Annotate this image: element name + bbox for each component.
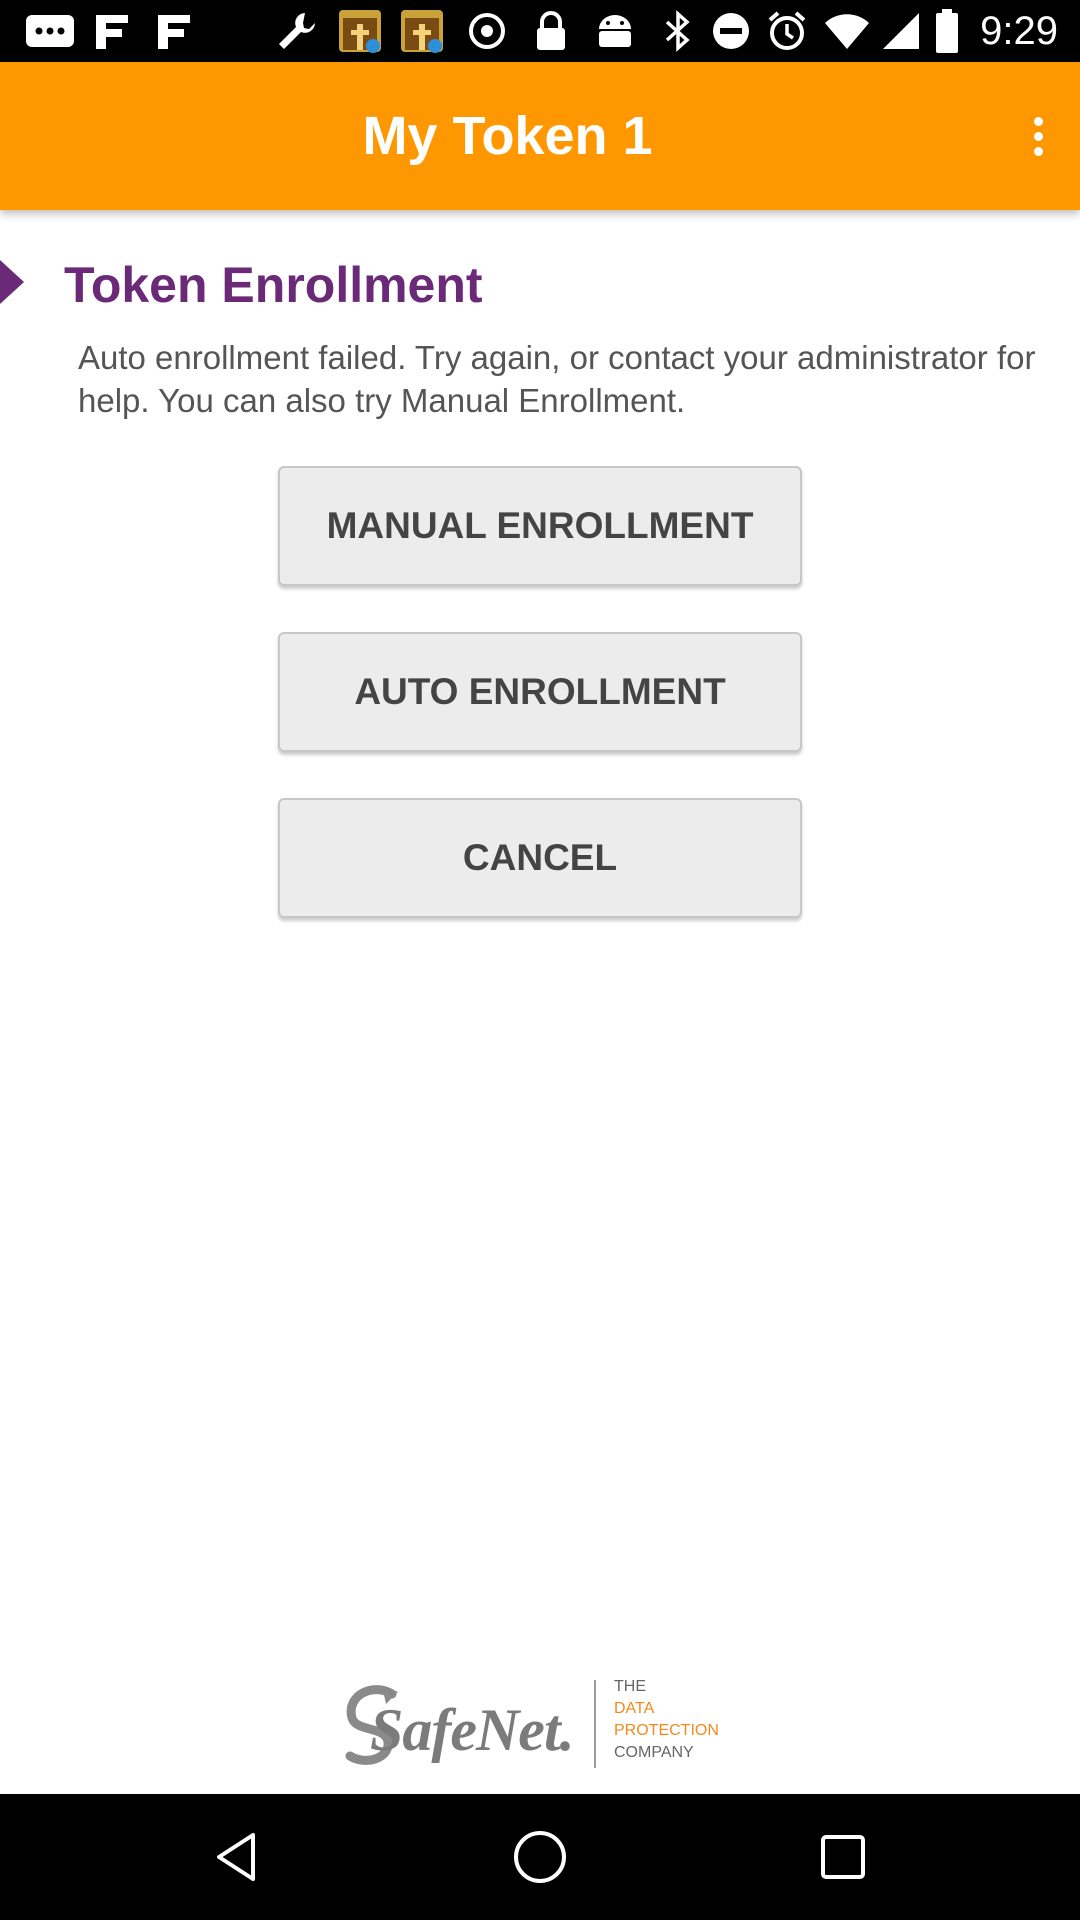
auto-enrollment-button[interactable]: AUTO ENROLLMENT	[278, 632, 802, 752]
tagline-line: PROTECTION	[614, 1722, 719, 1739]
grid-icon	[88, 8, 136, 54]
status-bar: 9:29	[0, 0, 1080, 62]
home-icon[interactable]	[495, 1814, 585, 1900]
tagline-line: DATA	[614, 1700, 655, 1717]
bluetooth-icon	[656, 8, 700, 54]
tagline-line: COMPANY	[614, 1744, 694, 1761]
more-vert-icon[interactable]	[1008, 100, 1068, 172]
logo-divider	[594, 1680, 596, 1768]
android-icon	[590, 8, 640, 54]
tagline-line: THE	[614, 1678, 646, 1695]
battery-icon	[932, 8, 962, 54]
messages-icon	[20, 8, 80, 54]
do-not-disturb-icon	[708, 8, 754, 54]
lock-icon	[528, 8, 574, 54]
cancel-button[interactable]: CANCEL	[278, 798, 802, 918]
navigation-bar	[0, 1794, 1080, 1920]
app-bar: My Token 1	[0, 62, 1080, 210]
enrollment-message: Auto enrollment failed. Try again, or co…	[78, 339, 1036, 419]
clock-time: 9:29	[980, 9, 1058, 53]
safenet-logo: SafeNet. THE DATA PROTECTION COMPANY	[342, 1676, 742, 1772]
wifi-icon	[822, 8, 872, 54]
wrench-icon	[272, 8, 322, 54]
app-title: My Token 1	[362, 106, 653, 166]
manual-enrollment-button[interactable]: MANUAL ENROLLMENT	[278, 466, 802, 586]
alarm-icon	[764, 8, 810, 54]
logo-brand: SafeNet.	[370, 1697, 575, 1763]
section-title: Token Enrollment	[64, 257, 483, 313]
app-icon	[398, 8, 446, 54]
back-icon[interactable]	[192, 1814, 282, 1900]
recents-icon[interactable]	[798, 1814, 888, 1900]
signal-icon	[878, 8, 924, 54]
grid-icon	[150, 8, 198, 54]
circle-dot-icon	[464, 8, 510, 54]
expand-arrow-icon	[0, 260, 24, 304]
app-icon	[336, 8, 384, 54]
logo-tagline: THE DATA PROTECTION COMPANY	[614, 1676, 719, 1764]
